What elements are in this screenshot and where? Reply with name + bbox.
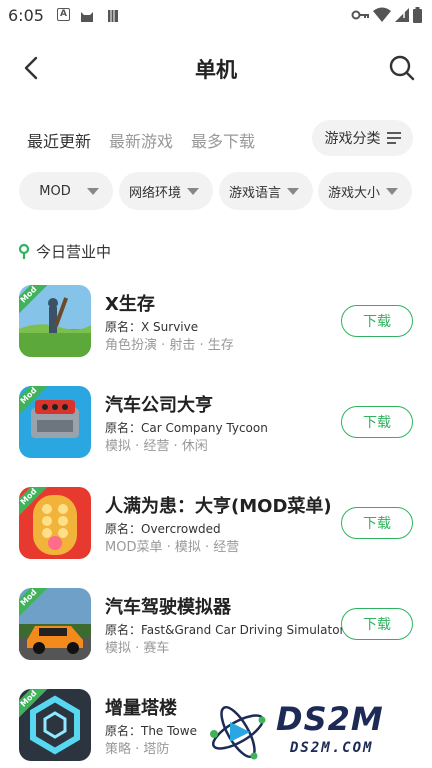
download-button[interactable]: 下载 (341, 507, 413, 539)
app-tags: 模拟 · 经营 · 休闲 (105, 439, 208, 454)
filter-label: MOD (39, 183, 71, 199)
status-icons (351, 7, 422, 23)
app-icon-car-company-tycoon: Mod (19, 386, 91, 458)
caret-down-icon (187, 187, 199, 195)
app-name: 人满为患：大亨(MOD菜单) (105, 496, 332, 517)
list-item[interactable]: Mod X生存 原名：X Survive 角色扮演 · 射击 · 生存 下载 (0, 282, 432, 358)
watermark-subtitle: DS2M.COM (290, 740, 374, 756)
app-icon-car-driving-simulator: Mod (19, 588, 91, 660)
page-title: 单机 (195, 58, 237, 82)
app-tags: 模拟 · 赛车 (105, 641, 170, 656)
app-icon-incremental-tower: Mod (19, 689, 91, 761)
filter-label: 网络环境 (128, 185, 181, 201)
notification-a-icon: A (57, 8, 70, 21)
status-bar: 6:05 A (0, 0, 432, 30)
cat-notification-icon (80, 8, 93, 22)
filter-mod-dropdown[interactable]: MOD (19, 172, 113, 210)
tab-recent-updates[interactable]: 最近更新 (27, 128, 92, 152)
search-button[interactable] (386, 52, 418, 84)
watermark: DS2M DS2M.COM (206, 700, 426, 766)
app-tags: 角色扮演 · 射击 · 生存 (105, 338, 234, 353)
app-tags: MOD菜单 · 模拟 · 经营 (105, 540, 240, 555)
app-original-name: 原名：Overcrowded (105, 522, 221, 536)
app-original-name: 原名：Car Company Tycoon (105, 421, 268, 435)
signal-icon (395, 8, 409, 22)
app-original-name: 原名：Fast&Grand Car Driving Simulator (105, 623, 345, 637)
tab-most-downloaded[interactable]: 最多下载 (191, 128, 255, 152)
atom-logo-icon (210, 705, 266, 760)
app-name: X生存 (105, 294, 155, 315)
caret-down-icon (87, 187, 99, 195)
app-name: 增量塔楼 (105, 698, 177, 719)
list-item[interactable]: Mod 汽车公司大亨 原名：Car Company Tycoon 模拟 · 经营… (0, 383, 432, 459)
section-header: 今日营业中 (18, 240, 111, 262)
game-category-button[interactable]: 游戏分类 (312, 120, 413, 156)
wifi-icon (373, 7, 391, 22)
app-original-name: 原名：The Towe (105, 724, 197, 738)
vpn-key-icon (351, 10, 369, 20)
book-notification-icon (106, 8, 119, 22)
list-item[interactable]: Mod 人满为患：大亨(MOD菜单) 原名：Overcrowded MOD菜单 … (0, 484, 432, 560)
app-name: 汽车驾驶模拟器 (105, 597, 231, 618)
filter-network-dropdown[interactable]: 网络环境 (119, 172, 213, 210)
app-header: 单机 (0, 42, 432, 94)
section-title: 今日营业中 (36, 242, 112, 261)
download-button[interactable]: 下载 (341, 406, 413, 438)
sort-tabs: 最近更新 最新游戏 最多下载 游戏分类 (0, 120, 432, 158)
filter-label: 游戏大小 (327, 185, 380, 201)
filter-bar: MOD 网络环境 游戏语言 游戏大小 (0, 172, 432, 210)
app-icon-overcrowded: Mod (19, 487, 91, 559)
watermark-title: DS2M (276, 700, 384, 738)
search-icon (389, 55, 415, 81)
filter-label: 游戏语言 (228, 185, 281, 201)
download-button[interactable]: 下载 (341, 608, 413, 640)
battery-icon (413, 7, 422, 23)
location-pin-icon (18, 243, 30, 259)
app-tags: 策略 · 塔防 (105, 742, 170, 757)
list-item[interactable]: Mod 汽车驾驶模拟器 原名：Fast&Grand Car Driving Si… (0, 585, 432, 661)
app-icon-x-survive: Mod (19, 285, 91, 357)
caret-down-icon (287, 187, 299, 195)
tab-newest-games[interactable]: 最新游戏 (109, 128, 173, 152)
game-category-label: 游戏分类 (324, 131, 381, 147)
app-original-name: 原名：X Survive (105, 320, 199, 334)
caret-down-icon (386, 187, 398, 195)
app-name: 汽车公司大亨 (105, 395, 213, 416)
download-button[interactable]: 下载 (341, 305, 413, 337)
status-time: 6:05 (8, 6, 44, 25)
filter-language-dropdown[interactable]: 游戏语言 (219, 172, 313, 210)
filter-lines-icon (386, 132, 401, 144)
filter-size-dropdown[interactable]: 游戏大小 (318, 172, 412, 210)
